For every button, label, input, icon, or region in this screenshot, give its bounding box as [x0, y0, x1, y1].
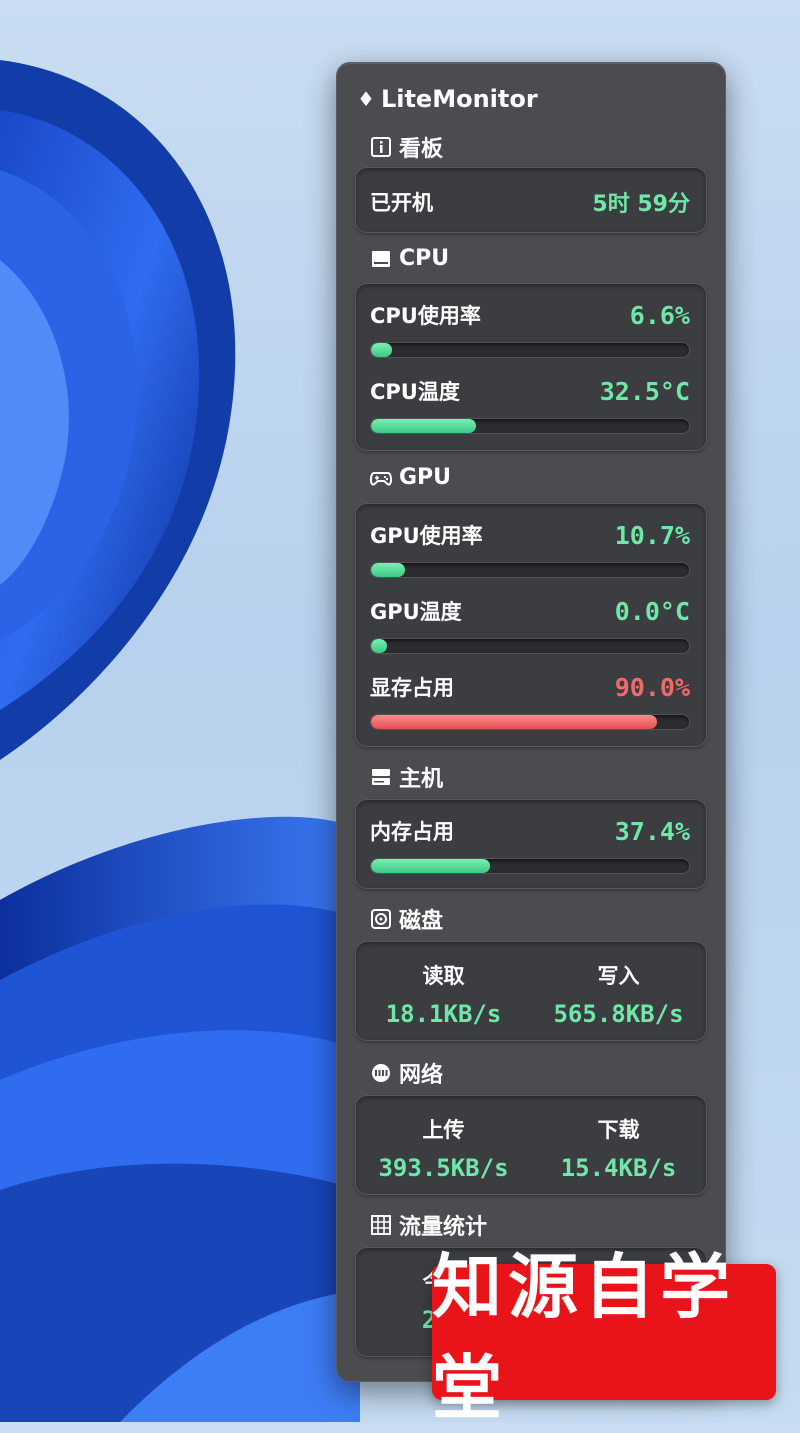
memory-label: 内存占用 — [370, 820, 454, 844]
cpu-usage-bar — [370, 342, 690, 358]
gpu-temp-fill — [371, 639, 387, 653]
memory-value: 37.4% — [614, 816, 690, 846]
disk-write-value: 565.8KB/s — [553, 1000, 684, 1028]
vram-bar — [370, 714, 690, 730]
gpu-temp-bar — [370, 638, 690, 654]
disk-read-label: 读取 — [422, 964, 465, 988]
disk-write-label: 写入 — [597, 964, 640, 988]
gamepad-icon — [369, 466, 393, 490]
disk-read-value: 18.1KB/s — [385, 1000, 502, 1028]
diamond-icon: ♦ — [357, 87, 375, 111]
network-icon — [369, 1061, 393, 1085]
section-network-header: 网络 — [369, 1057, 443, 1089]
gpu-usage-label: GPU使用率 — [370, 524, 483, 548]
network-card: 上传 393.5KB/s 下载 15.4KB/s — [355, 1095, 707, 1195]
section-dashboard-header: 看板 — [369, 131, 443, 163]
network-download: 下载 15.4KB/s — [531, 1114, 706, 1182]
cpu-usage-fill — [371, 343, 392, 357]
section-label: 主机 — [399, 767, 444, 792]
memory-bar — [370, 858, 690, 874]
app-title: LiteMonitor — [380, 85, 538, 113]
disk-card: 读取 18.1KB/s 写入 565.8KB/s — [355, 941, 707, 1041]
cpu-temp-row: CPU温度 32.5°C — [370, 376, 690, 406]
server-icon — [369, 765, 393, 789]
vram-value: 90.0% — [614, 672, 690, 702]
section-label: 磁盘 — [399, 909, 444, 934]
gpu-usage-value: 10.7% — [614, 520, 690, 550]
disk-read: 读取 18.1KB/s — [356, 960, 531, 1028]
cpu-temp-label: CPU温度 — [370, 380, 460, 404]
info-icon — [369, 135, 393, 159]
section-cpu-header: CPU — [369, 246, 449, 271]
vram-fill — [371, 715, 658, 729]
cpu-temp-value: 32.5°C — [599, 376, 690, 406]
upload-label: 上传 — [422, 1118, 465, 1142]
uptime-row: 已开机 5时 59分 — [370, 186, 690, 218]
section-label: 网络 — [399, 1063, 444, 1088]
cpu-usage-value: 6.6% — [629, 300, 690, 330]
cpu-temp-bar — [370, 418, 690, 434]
uptime-value: 5时 59分 — [592, 192, 690, 217]
section-label: GPU — [399, 465, 452, 490]
cpu-card: CPU使用率 6.6% CPU温度 32.5°C — [355, 283, 707, 451]
upload-value: 393.5KB/s — [378, 1154, 509, 1182]
network-upload: 上传 393.5KB/s — [356, 1114, 531, 1182]
litemonitor-panel: ♦ LiteMonitor 看板 已开机 5时 59分 CPU CPU使用率 6… — [336, 62, 726, 1382]
watermark-text: 知源自学堂 — [432, 1246, 736, 1429]
gpu-temp-value: 0.0°C — [614, 596, 690, 626]
download-label: 下载 — [597, 1118, 640, 1142]
section-label: 看板 — [399, 137, 444, 162]
watermark-banner: 知源自学堂 — [432, 1246, 776, 1429]
memory-fill — [371, 859, 490, 873]
dashboard-card: 已开机 5时 59分 — [355, 167, 707, 233]
gpu-usage-row: GPU使用率 10.7% — [370, 520, 690, 550]
gpu-usage-fill — [371, 563, 406, 577]
section-gpu-header: GPU — [369, 465, 451, 490]
cpu-temp-fill — [371, 419, 476, 433]
cpu-usage-row: CPU使用率 6.6% — [370, 300, 690, 330]
cpu-usage-label: CPU使用率 — [370, 304, 481, 328]
gpu-card: GPU使用率 10.7% GPU温度 0.0°C 显存占用 90.0% — [355, 503, 707, 747]
gpu-usage-bar — [370, 562, 690, 578]
section-disk-header: 磁盘 — [369, 903, 443, 935]
vram-label: 显存占用 — [370, 676, 454, 700]
download-value: 15.4KB/s — [560, 1154, 677, 1182]
host-card: 内存占用 37.4% — [355, 799, 707, 889]
vram-row: 显存占用 90.0% — [370, 672, 690, 702]
disk-write: 写入 565.8KB/s — [531, 960, 706, 1028]
section-host-header: 主机 — [369, 761, 443, 793]
memory-row: 内存占用 37.4% — [370, 816, 690, 846]
section-label: CPU — [399, 246, 450, 271]
grid-chart-icon — [369, 1213, 393, 1237]
disk-icon — [369, 907, 393, 931]
gpu-temp-row: GPU温度 0.0°C — [370, 596, 690, 626]
uptime-label: 已开机 — [370, 191, 433, 215]
cpu-icon — [369, 247, 393, 271]
panel-header[interactable]: ♦ LiteMonitor — [357, 85, 538, 113]
gpu-temp-label: GPU温度 — [370, 600, 462, 624]
